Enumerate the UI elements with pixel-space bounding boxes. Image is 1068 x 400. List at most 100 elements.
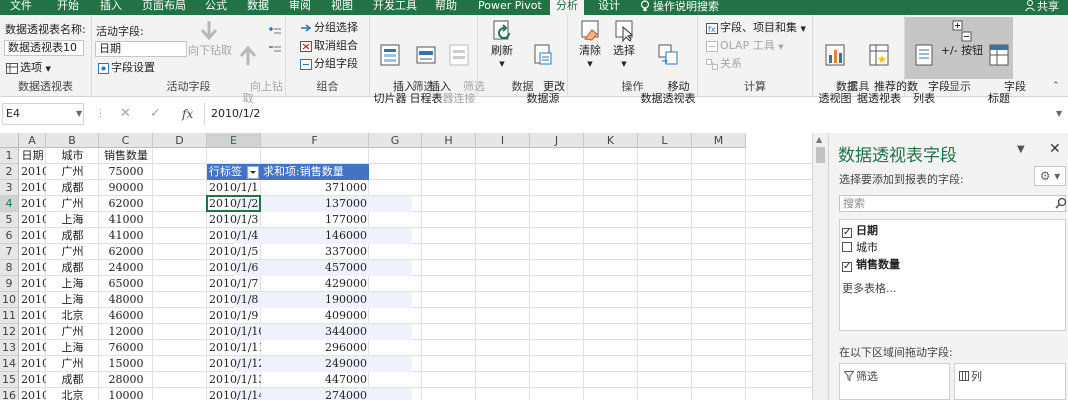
cell[interactable]: 46000: [99, 308, 153, 324]
close-icon[interactable]: ✕: [1049, 141, 1061, 157]
tab-2[interactable]: 插入: [100, 0, 122, 15]
drill-down-button[interactable]: 向下钻取: [188, 19, 232, 57]
pivot-value-header[interactable]: 求和项:销售数量: [261, 164, 369, 180]
column-header[interactable]: E: [207, 133, 261, 148]
scroll-thumb[interactable]: [816, 147, 825, 163]
column-header[interactable]: G: [369, 133, 422, 148]
cell[interactable]: 2010/1/14: [207, 388, 261, 400]
tab-0[interactable]: 文件: [10, 0, 32, 15]
cell[interactable]: 2010/1/1: [19, 164, 46, 180]
row-header[interactable]: 10: [0, 292, 19, 308]
row-header[interactable]: 8: [0, 260, 19, 276]
cell[interactable]: 成都: [46, 180, 99, 196]
cell[interactable]: 2010/1/1: [19, 180, 46, 196]
cell[interactable]: 2010/1/3: [19, 372, 46, 388]
cell[interactable]: 2010/1/7: [207, 276, 261, 292]
chevron-down-icon[interactable]: ▼: [76, 103, 82, 125]
cell[interactable]: 2010/1/1: [19, 228, 46, 244]
group-field-button[interactable]: 分组字段: [300, 57, 358, 71]
column-header[interactable]: C: [99, 133, 153, 148]
row-header[interactable]: 15: [0, 372, 19, 388]
row-header[interactable]: 12: [0, 324, 19, 340]
cell[interactable]: 成都: [46, 260, 99, 276]
cell[interactable]: 广州: [46, 196, 99, 212]
expand-field-button[interactable]: [269, 27, 281, 41]
tab-6[interactable]: 审阅: [289, 0, 311, 15]
refresh-button[interactable]: 刷新 ▼: [482, 19, 522, 70]
tab-1[interactable]: 开始: [57, 0, 79, 15]
cell[interactable]: 广州: [46, 164, 99, 180]
cell[interactable]: 2010/1/3: [19, 340, 46, 356]
column-header[interactable]: L: [638, 133, 692, 148]
column-header[interactable]: B: [46, 133, 99, 148]
filter-dropdown-button[interactable]: [247, 166, 259, 179]
column-header[interactable]: J: [530, 133, 584, 148]
cell[interactable]: 2010/1/12: [207, 356, 261, 372]
tab-8[interactable]: 开发工具: [373, 0, 417, 15]
cell[interactable]: 2010/1/4: [19, 388, 46, 400]
cell[interactable]: 447000: [261, 372, 369, 388]
cell[interactable]: 日期: [19, 148, 46, 164]
cell[interactable]: 北京: [46, 308, 99, 324]
cell[interactable]: 344000: [261, 324, 369, 340]
checkbox[interactable]: ✓: [842, 228, 852, 238]
row-header[interactable]: 6: [0, 228, 19, 244]
row-header[interactable]: 4: [0, 196, 19, 212]
cell[interactable]: 2010/1/3: [19, 308, 46, 324]
relationships-button[interactable]: 关系: [706, 57, 742, 71]
cell[interactable]: 41000: [99, 228, 153, 244]
cell[interactable]: 190000: [261, 292, 369, 308]
row-header[interactable]: 13: [0, 340, 19, 356]
cell[interactable]: 2010/1/1: [19, 244, 46, 260]
scroll-up-icon[interactable]: ▲: [816, 135, 822, 144]
cell[interactable]: 2010/1/11: [207, 340, 261, 356]
cell[interactable]: 2010/1/3: [19, 356, 46, 372]
search-icon[interactable]: [1055, 197, 1067, 209]
expand-formula-icon[interactable]: ▼: [1056, 103, 1062, 125]
active-field-input[interactable]: 日期: [95, 41, 187, 57]
cell[interactable]: 62000: [99, 196, 153, 212]
checkbox[interactable]: [842, 242, 852, 252]
cell[interactable]: 10000: [99, 388, 153, 400]
column-header[interactable]: I: [476, 133, 530, 148]
cell[interactable]: 429000: [261, 276, 369, 292]
panel-menu-icon[interactable]: ▼: [1017, 144, 1025, 155]
field-settings-button[interactable]: 字段设置: [98, 61, 155, 75]
tab-9[interactable]: 帮助: [435, 0, 457, 15]
column-header[interactable]: D: [153, 133, 207, 148]
cell[interactable]: 76000: [99, 340, 153, 356]
cancel-icon[interactable]: ✕: [120, 103, 131, 125]
tell-me-search[interactable]: 操作说明搜索: [640, 0, 719, 13]
tab-3[interactable]: 页面布局: [142, 0, 186, 15]
tab-11[interactable]: 分析: [550, 0, 584, 15]
cell[interactable]: 62000: [99, 244, 153, 260]
more-tables-link[interactable]: 更多表格...: [842, 280, 897, 296]
cell[interactable]: 2010/1/3: [207, 212, 261, 228]
cell[interactable]: 177000: [261, 212, 369, 228]
cell[interactable]: 146000: [261, 228, 369, 244]
select-all-corner[interactable]: [0, 133, 19, 148]
insert-function-icon[interactable]: fx: [182, 103, 193, 125]
row-header[interactable]: 11: [0, 308, 19, 324]
filters-area[interactable]: 筛选: [839, 363, 950, 400]
field-item[interactable]: 城市: [842, 240, 878, 256]
cell[interactable]: 65000: [99, 276, 153, 292]
tab-7[interactable]: 视图: [331, 0, 353, 15]
cell[interactable]: 137000: [261, 196, 369, 212]
cell[interactable]: 12000: [99, 324, 153, 340]
cell[interactable]: 249000: [261, 356, 369, 372]
cell[interactable]: 48000: [99, 292, 153, 308]
columns-area[interactable]: 列: [954, 363, 1066, 400]
column-header[interactable]: K: [584, 133, 638, 148]
select-button[interactable]: 选择 ▼: [606, 19, 642, 70]
cell[interactable]: 371000: [261, 180, 369, 196]
cell[interactable]: 337000: [261, 244, 369, 260]
share-button[interactable]: 共享: [1025, 0, 1059, 13]
cell[interactable]: 2010/1/2: [19, 260, 46, 276]
vertical-scrollbar[interactable]: ▲: [812, 133, 828, 400]
cell[interactable]: 457000: [261, 260, 369, 276]
olap-tools-button[interactable]: OLAP 工具 ▼: [706, 39, 784, 54]
row-header[interactable]: 1: [0, 148, 19, 164]
cell[interactable]: 2010/1/8: [207, 292, 261, 308]
confirm-icon[interactable]: ✓: [150, 103, 161, 125]
